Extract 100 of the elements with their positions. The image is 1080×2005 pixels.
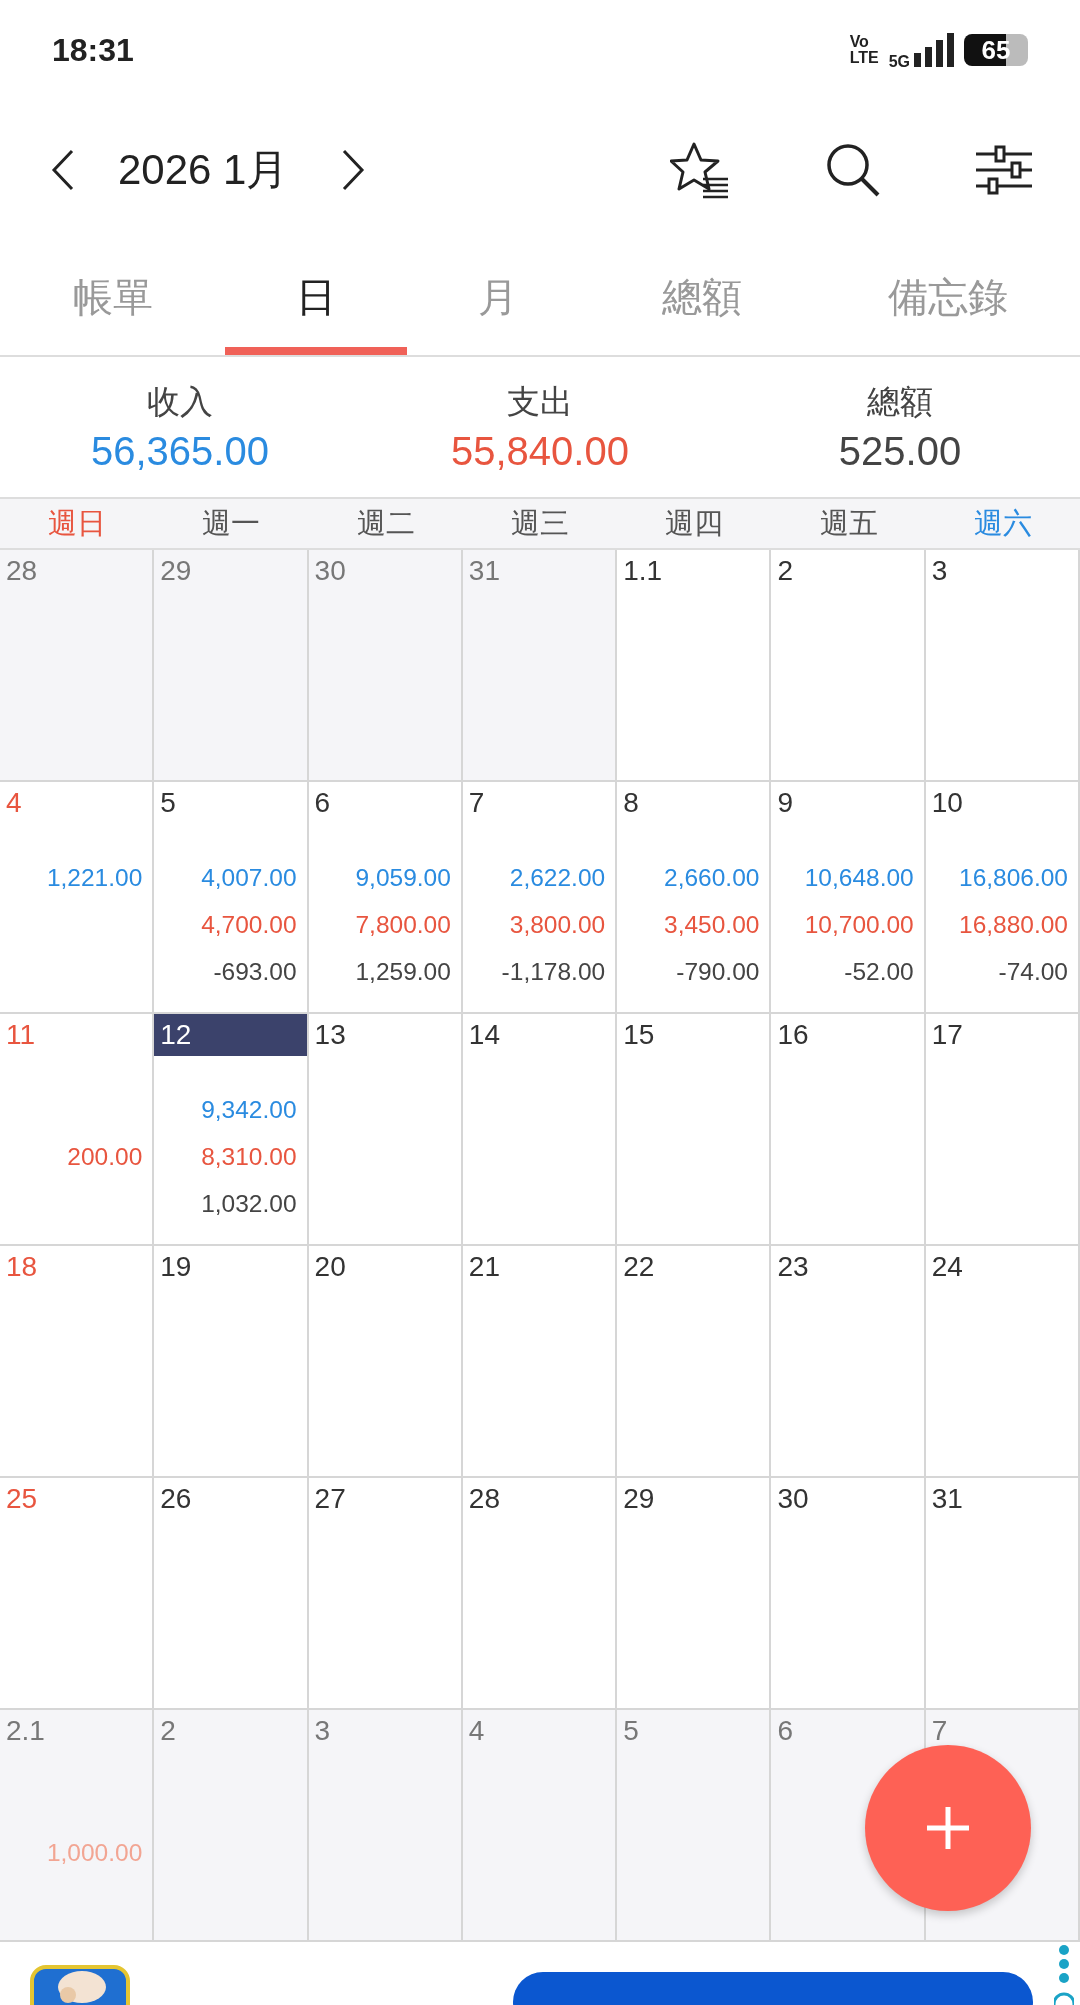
day-number: 30: [776, 1482, 810, 1516]
day-number: 31: [467, 554, 501, 588]
summary-amount: 55,840.00: [451, 429, 629, 474]
status-time: 18:31: [52, 31, 134, 69]
day-cell[interactable]: 31: [462, 550, 618, 782]
expense-amount: 10,700.00: [804, 910, 914, 939]
day-cell[interactable]: 12 9,342.00 8,310.00 1,032.00: [154, 1014, 309, 1246]
income-amount: 16,806.00: [959, 863, 1068, 892]
income-amount: 2,660.00: [664, 863, 760, 892]
day-cell[interactable]: 3: [925, 550, 1080, 782]
day-number: 22: [622, 1250, 656, 1284]
day-number: 19: [159, 1250, 193, 1284]
day-number: 4: [5, 786, 23, 820]
day-cell[interactable]: 9 10,648.00 10,700.00 -52.00: [771, 782, 926, 1014]
income-amount: 1,221.00: [46, 863, 143, 892]
day-cell[interactable]: 1.1: [617, 550, 772, 782]
expense-amount: 4,700.00: [201, 910, 297, 939]
day-cell[interactable]: 17: [925, 1014, 1080, 1246]
day-number: 28: [467, 1482, 501, 1516]
day-cell[interactable]: 3: [308, 1710, 463, 1942]
day-number: 8: [622, 786, 640, 820]
day-cell[interactable]: 27: [308, 1478, 463, 1710]
day-cell[interactable]: 22: [617, 1246, 772, 1478]
day-number: 21: [467, 1250, 501, 1284]
day-cell[interactable]: 26: [154, 1478, 309, 1710]
day-number: 15: [622, 1018, 656, 1052]
day-number: 26: [159, 1482, 193, 1516]
day-cell[interactable]: 2: [154, 1710, 309, 1942]
day-cell[interactable]: 23: [771, 1246, 926, 1478]
day-cell[interactable]: 7 2,622.00 3,800.00 -1,178.00: [462, 782, 618, 1014]
expense-amount: 3,450.00: [664, 910, 760, 939]
expense-amount: 3,800.00: [509, 910, 606, 939]
day-number: 7: [930, 1714, 949, 1748]
day-cell[interactable]: 29: [617, 1478, 772, 1710]
day-number: 16: [776, 1018, 810, 1052]
day-cell[interactable]: 21: [462, 1246, 618, 1478]
day-cell[interactable]: 2: [771, 550, 926, 782]
income-amount: 10,648.00: [804, 863, 914, 892]
income-amount: 9,342.00: [201, 1095, 297, 1124]
weekday-label: 週日: [47, 505, 108, 541]
plus-icon: [925, 1805, 971, 1851]
day-cell[interactable]: 29: [154, 550, 309, 782]
settings-sliders-icon[interactable]: [976, 145, 1032, 195]
day-cell[interactable]: 20: [308, 1246, 463, 1478]
day-cell[interactable]: 10 16,806.00 16,880.00 -74.00: [925, 782, 1080, 1014]
day-cell[interactable]: 4 1,221.00: [0, 782, 155, 1014]
day-number: 9: [776, 786, 794, 820]
weekday-label: 週六: [972, 505, 1033, 541]
day-number: 2: [159, 1714, 177, 1748]
day-cell[interactable]: 28: [0, 550, 155, 782]
day-number: 12: [154, 1014, 307, 1056]
day-cell[interactable]: 30: [771, 1478, 926, 1710]
income-amount: 9,059.00: [355, 863, 451, 892]
day-number: 3: [930, 554, 949, 588]
total-amount: -693.00: [213, 957, 297, 986]
day-cell[interactable]: 14: [462, 1014, 618, 1246]
summary-amount: 525.00: [838, 429, 962, 474]
day-cell[interactable]: 19: [154, 1246, 309, 1478]
day-number: 5: [159, 786, 177, 820]
day-cell[interactable]: 13: [308, 1014, 463, 1246]
day-cell[interactable]: 28: [462, 1478, 618, 1710]
weekday-label: 週三: [510, 505, 570, 541]
day-cell[interactable]: 24: [925, 1246, 1080, 1478]
search-icon[interactable]: [825, 142, 881, 198]
expense-amount: 8,310.00: [201, 1142, 297, 1171]
weekday-label: 週一: [201, 505, 262, 541]
day-number: 23: [776, 1250, 810, 1284]
day-cell[interactable]: 5: [617, 1710, 772, 1942]
day-number: 28: [5, 554, 39, 588]
total-amount: -1,178.00: [501, 957, 606, 986]
total-amount: 1,259.00: [355, 957, 451, 986]
total-amount: 1,032.00: [201, 1189, 297, 1218]
signal-icon: [914, 33, 954, 67]
summary-label: 總額: [867, 382, 933, 422]
more-options-icon[interactable]: [1054, 1942, 1074, 2005]
day-number: 20: [313, 1250, 347, 1284]
day-cell[interactable]: 18: [0, 1246, 155, 1478]
day-cell[interactable]: 8 2,660.00 3,450.00 -790.00: [617, 782, 772, 1014]
day-cell[interactable]: 2.1 1,000.00: [0, 1710, 155, 1942]
weekday-label: 週五: [818, 505, 879, 541]
day-number: 25: [5, 1482, 39, 1516]
day-cell[interactable]: 15: [617, 1014, 772, 1246]
income-amount: 2,622.00: [509, 863, 606, 892]
day-cell[interactable]: 11 200.00: [0, 1014, 155, 1246]
day-cell[interactable]: 5 4,007.00 4,700.00 -693.00: [154, 782, 309, 1014]
expense-amount: 16,880.00: [959, 910, 1068, 939]
star-list-icon[interactable]: [670, 141, 730, 199]
day-cell[interactable]: 30: [308, 550, 463, 782]
day-number: 18: [5, 1250, 39, 1284]
weekday-label: 週二: [355, 505, 416, 541]
tab[interactable]: 日: [225, 240, 407, 355]
day-number: 2.1: [5, 1714, 46, 1748]
day-cell[interactable]: 31: [925, 1478, 1080, 1710]
day-cell[interactable]: 25: [0, 1478, 155, 1710]
day-number: 29: [622, 1482, 656, 1516]
day-cell[interactable]: 16: [771, 1014, 926, 1246]
expense-amount: 1,000.00: [46, 1838, 143, 1867]
day-cell[interactable]: 6 9,059.00 7,800.00 1,259.00: [308, 782, 463, 1014]
day-cell[interactable]: 4: [462, 1710, 618, 1942]
day-number: 4: [467, 1714, 486, 1748]
